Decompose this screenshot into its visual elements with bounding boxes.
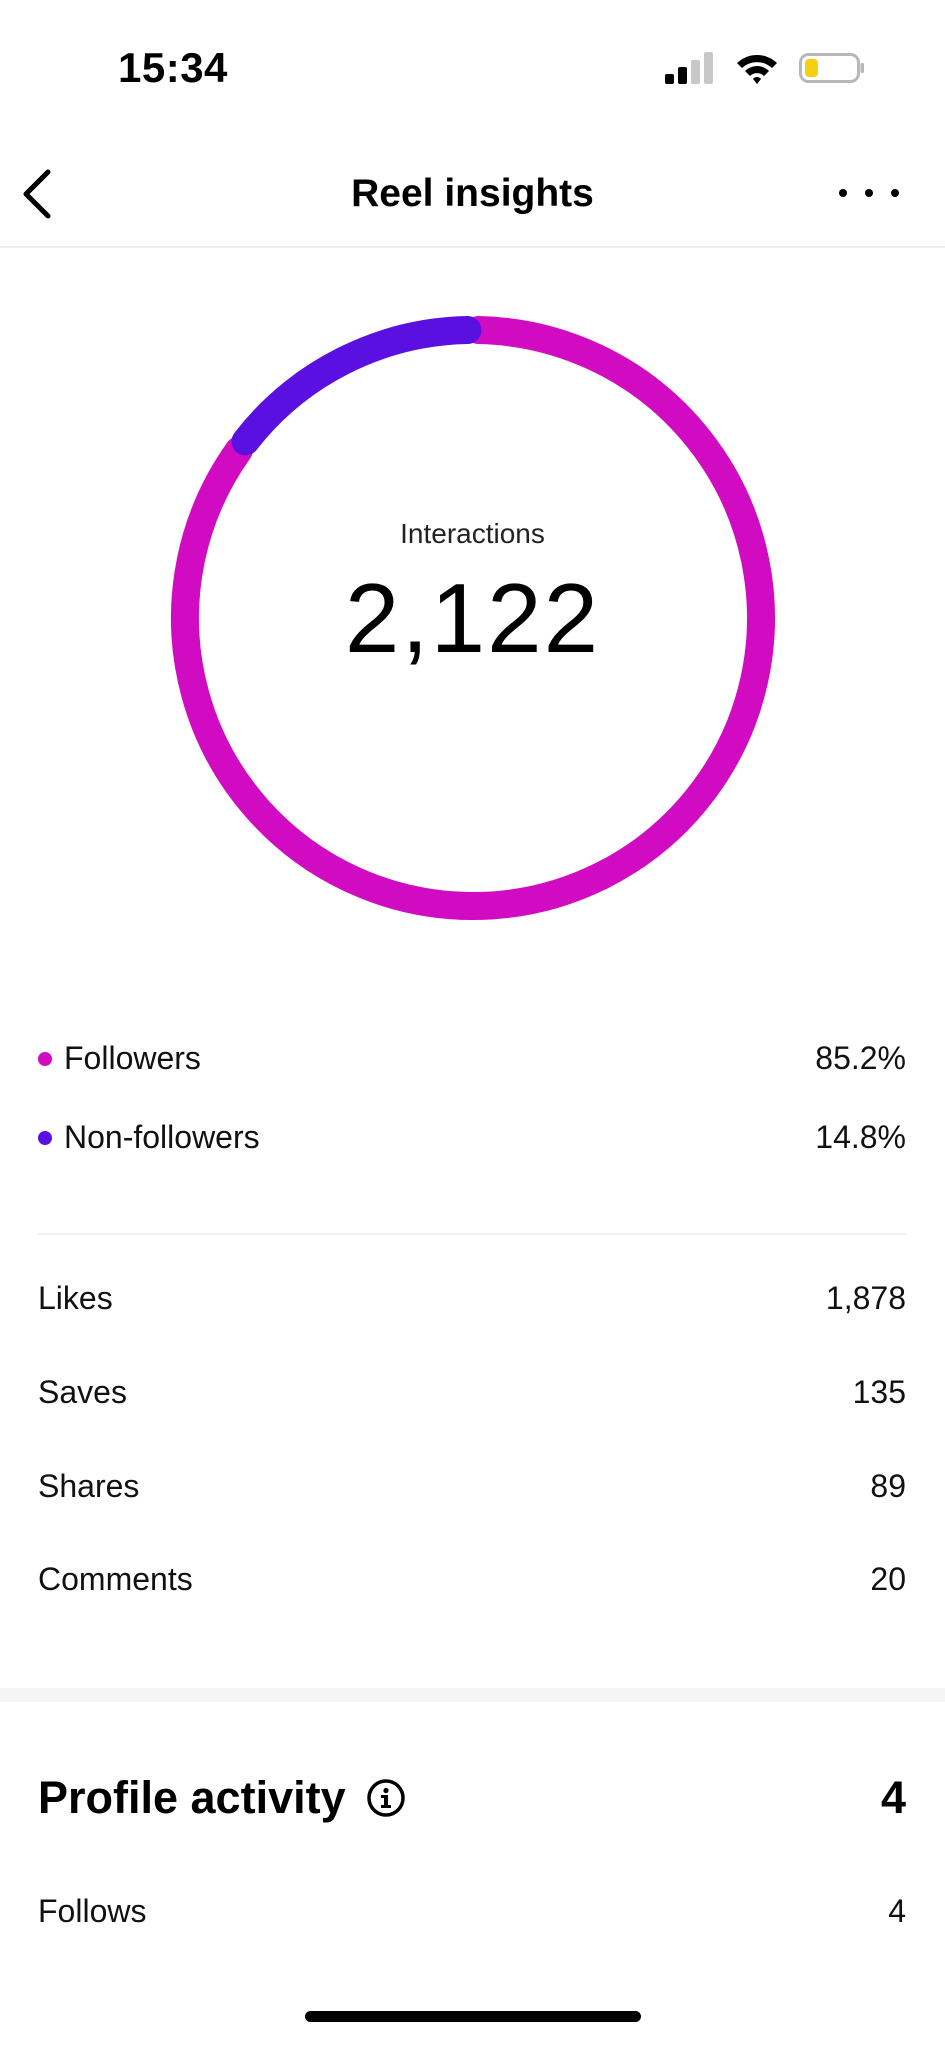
profile-activity-label: Follows [38,1893,147,1929]
legend-row-non-followers: Non-followers 14.8% [38,1119,906,1156]
legend-label: Followers [64,1040,201,1076]
battery-icon [799,53,864,83]
section-divider [38,1233,906,1235]
metric-row-likes: Likes 1,878 [38,1280,906,1317]
more-dot-icon [865,189,873,197]
status-time: 15:34 [118,44,228,91]
more-dot-icon [839,189,847,197]
interactions-label: Interactions [400,518,545,549]
legend-label: Non-followers [64,1119,260,1155]
profile-activity-value: 4 [888,1893,906,1929]
profile-activity-total: 4 [880,1772,906,1823]
donut-segment-non-followers [231,316,482,456]
page-title: Reel insights [351,172,594,215]
legend-value: 14.8% [815,1119,906,1155]
metric-label: Likes [38,1280,113,1316]
profile-activity-row-follows: Follows 4 [38,1893,906,1930]
interactions-total: 2,122 [344,563,601,673]
cellular-signal-icon [665,52,713,84]
non-followers-legend-dot [38,1130,52,1145]
metric-value: 20 [870,1561,906,1597]
metric-value: 89 [870,1468,906,1504]
more-dot-icon [891,189,899,197]
more-options-button[interactable] [839,175,899,211]
wifi-icon [737,55,777,84]
metric-row-saves: Saves 135 [38,1374,906,1411]
profile-activity-title: Profile activity [38,1772,346,1823]
legend-value: 85.2% [815,1040,906,1076]
metric-row-comments: Comments 20 [38,1561,906,1598]
metric-label: Comments [38,1561,193,1597]
home-indicator [305,2011,641,2022]
metric-label: Saves [38,1374,127,1410]
followers-legend-dot [38,1051,52,1066]
section-separator [0,1688,945,1702]
profile-activity-header: Profile activity 4 [38,1772,906,1824]
metric-value: 1,878 [825,1280,906,1316]
metric-label: Shares [38,1468,140,1504]
header-divider [0,246,945,248]
metric-row-shares: Shares 89 [38,1468,906,1505]
status-icons [665,52,865,84]
info-icon[interactable] [366,1778,406,1818]
legend-row-followers: Followers 85.2% [38,1040,906,1077]
metric-value: 135 [852,1374,906,1410]
